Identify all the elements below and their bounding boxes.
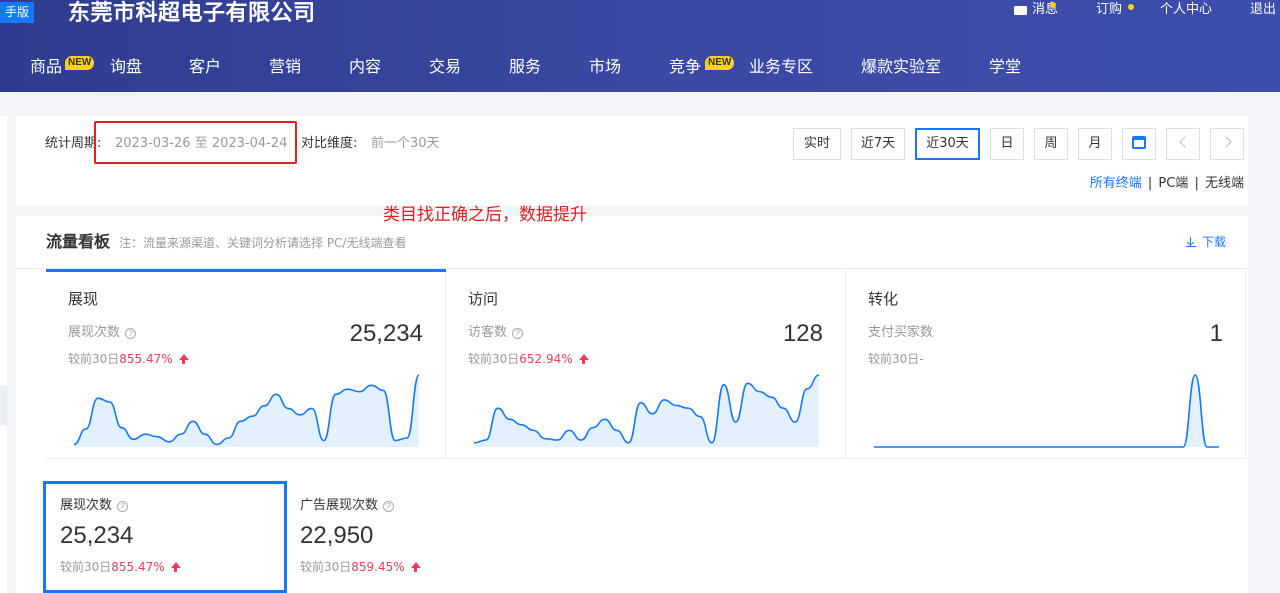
chevron-left-icon <box>1178 136 1191 148</box>
terminal-switch: 所有终端 | PC端 | 无线端 <box>1090 175 1244 193</box>
nav-item-service[interactable]: 服务 <box>509 52 541 82</box>
help-icon[interactable]: ? <box>125 327 137 339</box>
period-label: 统计周期: <box>45 136 102 151</box>
nav-item-academy[interactable]: 学堂 <box>989 52 1021 82</box>
tile-impressions[interactable]: 展现次数? 25,234 较前30日 855.47% <box>43 481 287 593</box>
help-icon[interactable]: ? <box>512 327 524 339</box>
panel-metric-value: 128 <box>782 320 823 347</box>
nav-item-content[interactable]: 内容 <box>349 52 381 82</box>
help-icon[interactable]: ? <box>383 500 395 512</box>
panel-metric-label: 展现次数? <box>68 325 137 341</box>
terminal-wireless[interactable]: 无线端 <box>1205 176 1244 191</box>
chevron-right-icon <box>1219 136 1232 148</box>
help-icon[interactable]: ? <box>117 500 129 512</box>
panel-metric-value: 25,234 <box>349 320 423 347</box>
btn-day[interactable]: 日 <box>990 128 1024 160</box>
nav-item-marketing[interactable]: 营销 <box>269 52 301 82</box>
calendar-button[interactable] <box>1122 128 1156 160</box>
sparkline-area <box>874 375 1219 447</box>
panel-compare: 较前30日 - <box>868 352 924 366</box>
traffic-note: 注：流量来源渠道、关键词分析请选择 PC/无线端查看 <box>119 236 407 250</box>
sparkline-chart <box>74 374 419 447</box>
next-button[interactable] <box>1210 128 1244 160</box>
sparkline-area <box>74 375 419 447</box>
nav-item-trade[interactable]: 交易 <box>429 52 461 82</box>
traffic-title: 流量看板 <box>46 232 111 251</box>
mail-icon <box>1013 5 1027 15</box>
left-sidebar-edge <box>0 116 7 593</box>
download-label: 下载 <box>1201 235 1226 249</box>
tile-value: 22,950 <box>300 522 374 549</box>
nav-item-products[interactable]: 商品 <box>30 52 62 82</box>
panel-conversion[interactable]: 转化 支付买家数 1 较前30日 - <box>846 269 1246 459</box>
compare-value[interactable]: 前一个30天 <box>371 136 440 152</box>
calendar-icon <box>1132 135 1146 149</box>
arrow-up-icon <box>170 562 181 572</box>
panel-metric-value: 1 <box>1209 320 1223 347</box>
nav-item-business-zone[interactable]: 业务专区 <box>749 52 813 82</box>
separator: | <box>1194 176 1199 191</box>
sparkline-chart <box>874 374 1219 448</box>
btn-30days[interactable]: 近30天 <box>915 128 980 160</box>
panel-title: 展现 <box>68 290 99 308</box>
decor-dot-icon <box>1128 4 1134 10</box>
tile-value: 25,234 <box>60 522 134 549</box>
tile-compare: 较前30日 859.45% <box>300 559 421 575</box>
panel-title: 转化 <box>868 290 899 308</box>
version-badge[interactable]: 手版 <box>0 2 35 23</box>
arrow-up-icon <box>410 562 421 572</box>
nav-item-customers[interactable]: 客户 <box>189 52 221 82</box>
filter-card: 统计周期: 2023-03-26 至 2023-04-24 对比维度: 前一个3… <box>16 116 1248 206</box>
panel-title: 访问 <box>468 290 499 308</box>
nav-item-inquiry[interactable]: 询盘 <box>110 52 142 82</box>
profile-link[interactable]: 个人中心 <box>1160 0 1212 20</box>
compare-label: 对比维度: <box>301 136 358 151</box>
panel-visits[interactable]: 访问 访客数? 128 较前30日 652.94% <box>446 269 846 459</box>
tile-compare: 较前30日 855.47% <box>60 559 181 575</box>
sparkline-line <box>874 374 1219 448</box>
separator: | <box>1147 176 1153 191</box>
tile-ad-impressions[interactable]: 广告展现次数? 22,950 较前30日 859.45% <box>283 481 527 593</box>
annotation-text: 类目找正确之后，数据提升 <box>383 205 587 225</box>
active-tab-bar <box>46 269 446 272</box>
annotation-highlight-box <box>94 121 297 164</box>
top-links: 消息 订购 个人中心 退出 <box>976 0 1280 20</box>
new-badge: NEW <box>705 56 735 70</box>
prev-button[interactable] <box>1166 128 1200 160</box>
panel-metric-label: 支付买家数 <box>868 325 934 340</box>
sparkline-chart <box>474 374 819 447</box>
nav-item-market[interactable]: 市场 <box>589 52 621 82</box>
btn-7days[interactable]: 近7天 <box>851 128 905 160</box>
tile-label: 展现次数? <box>60 498 129 514</box>
tile-label: 广告展现次数? <box>300 498 395 514</box>
orders-link[interactable]: 订购 <box>1096 0 1122 20</box>
arrow-up-icon <box>178 354 189 364</box>
panel-compare: 较前30日 855.47% <box>68 351 189 367</box>
date-range-buttons: 实时 近7天 近30天 日 周 月 <box>793 128 1244 160</box>
sparkline-area <box>474 375 819 447</box>
company-name: 东莞市科超电子有限公司 <box>68 1 316 26</box>
top-header: 手版 东莞市科超电子有限公司 消息 订购 个人中心 退出 商品 NEW 询盘 客… <box>0 0 1280 92</box>
arrow-up-icon <box>578 354 589 364</box>
btn-week[interactable]: 周 <box>1034 128 1068 160</box>
panel-compare: 较前30日 652.94% <box>468 351 589 367</box>
download-icon <box>1185 237 1196 247</box>
panel-metric-label: 访客数? <box>468 325 524 341</box>
btn-realtime[interactable]: 实时 <box>793 128 841 160</box>
terminal-pc[interactable]: PC端 <box>1158 176 1188 191</box>
nav-item-hot-lab[interactable]: 爆款实验室 <box>861 52 941 82</box>
terminal-all[interactable]: 所有终端 <box>1090 176 1142 191</box>
logout-link[interactable]: 退出 <box>1250 0 1276 20</box>
panel-impressions[interactable]: 展现 展现次数? 25,234 较前30日 855.47% <box>46 269 446 459</box>
new-badge: NEW <box>65 56 95 70</box>
decor-dot-icon <box>1050 2 1056 8</box>
traffic-dashboard: 流量看板 注：流量来源渠道、关键词分析请选择 PC/无线端查看 下载 展现 展现… <box>16 216 1248 593</box>
nav-item-competition[interactable]: 竞争 <box>669 52 701 82</box>
btn-month[interactable]: 月 <box>1078 128 1112 160</box>
download-link[interactable]: 下载 <box>1185 234 1226 250</box>
sidebar-active-marker <box>0 386 7 426</box>
